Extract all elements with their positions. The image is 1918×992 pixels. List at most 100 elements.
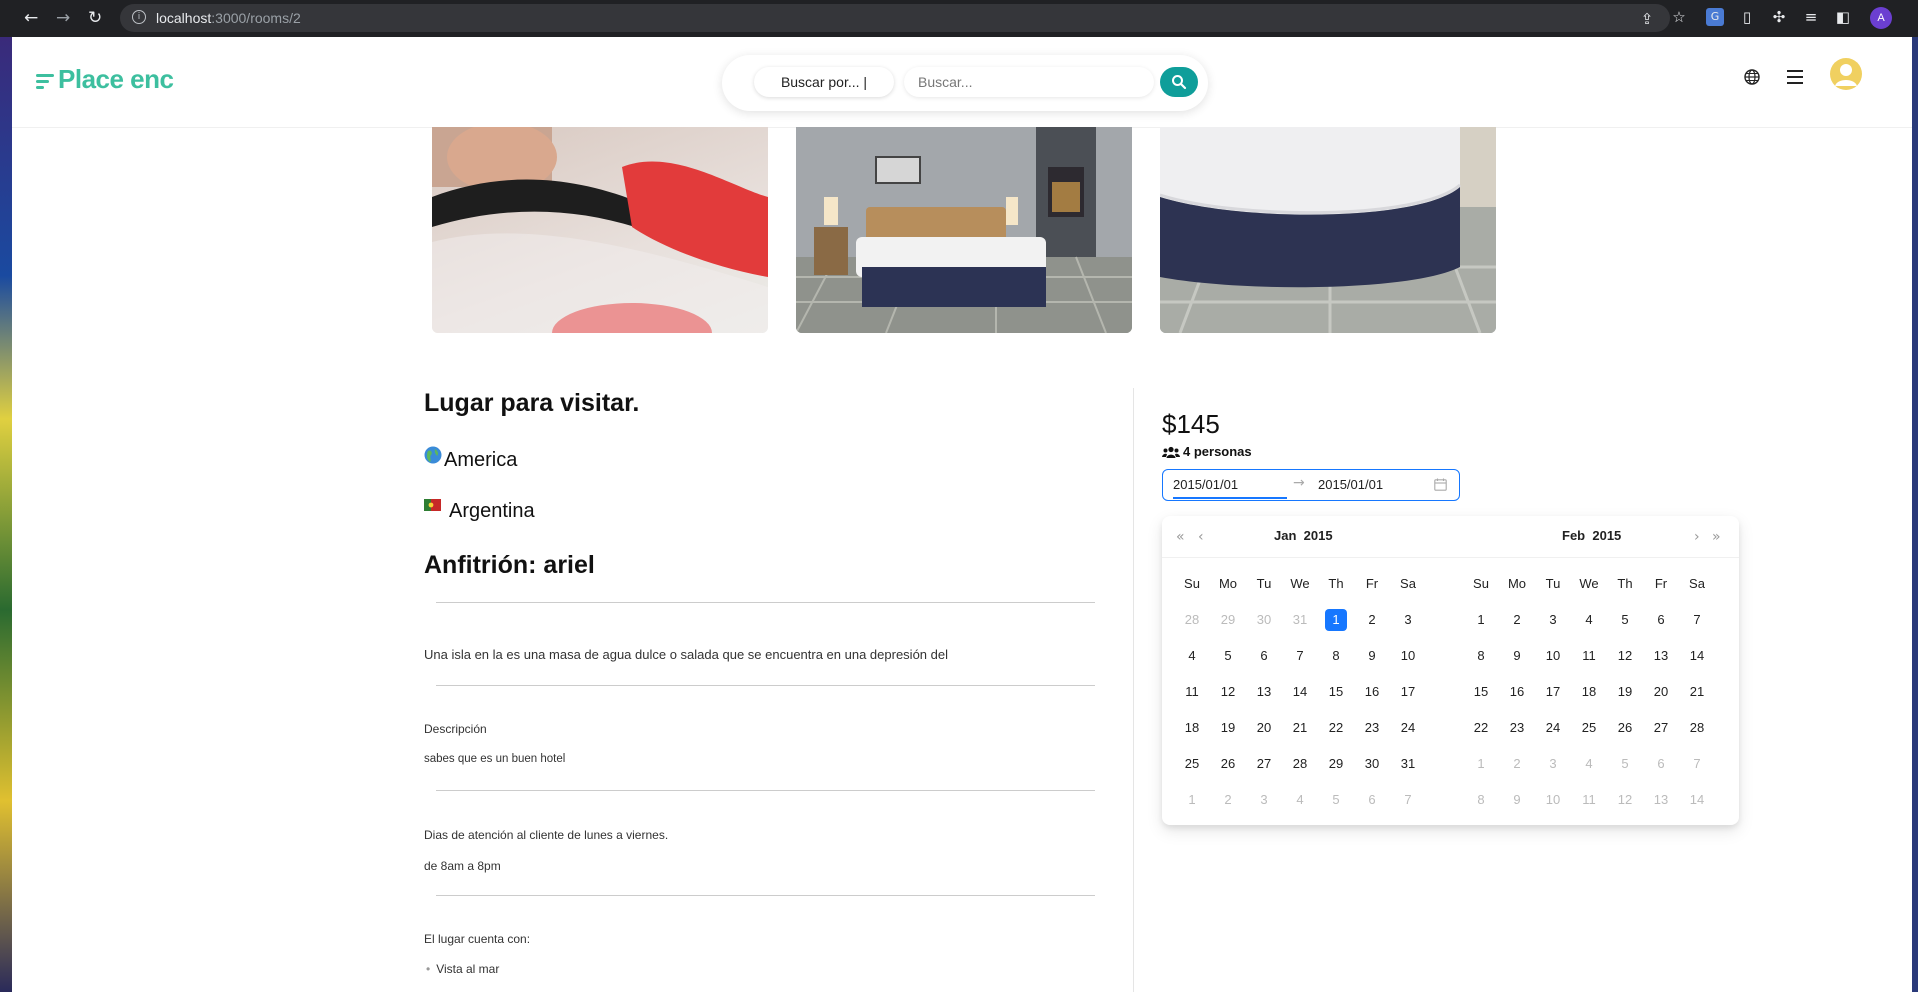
calendar-day[interactable]: 31 — [1390, 746, 1426, 782]
calendar-day-outside[interactable]: 6 — [1643, 746, 1679, 782]
calendar-day[interactable]: 7 — [1679, 602, 1715, 638]
search-input[interactable] — [904, 67, 1154, 97]
calendar-day-outside[interactable]: 4 — [1282, 782, 1318, 818]
calendar-day-outside[interactable]: 7 — [1679, 746, 1715, 782]
calendar-day-outside[interactable]: 13 — [1643, 782, 1679, 818]
calendar-day[interactable]: 5 — [1210, 638, 1246, 674]
calendar-day-outside[interactable]: 2 — [1210, 782, 1246, 818]
calendar-day[interactable]: 14 — [1679, 638, 1715, 674]
calendar-day[interactable]: 26 — [1607, 710, 1643, 746]
calendar-day[interactable]: 2 — [1354, 602, 1390, 638]
calendar-day-outside[interactable]: 29 — [1210, 602, 1246, 638]
year-name[interactable]: 2015 — [1592, 528, 1621, 543]
reload-icon[interactable]: ↻ — [88, 9, 102, 27]
search-by-dropdown[interactable]: Buscar por... | — [754, 67, 894, 97]
calendar-day[interactable]: 28 — [1679, 710, 1715, 746]
user-avatar[interactable] — [1830, 58, 1862, 90]
calendar-day-outside[interactable]: 7 — [1390, 782, 1426, 818]
calendar-day[interactable]: 18 — [1571, 674, 1607, 710]
calendar-day[interactable]: 24 — [1535, 710, 1571, 746]
calendar-day-outside[interactable]: 28 — [1174, 602, 1210, 638]
calendar-day[interactable]: 12 — [1210, 674, 1246, 710]
calendar-day[interactable]: 6 — [1246, 638, 1282, 674]
calendar-day[interactable]: 14 — [1282, 674, 1318, 710]
calendar-day[interactable]: 11 — [1174, 674, 1210, 710]
calendar-day[interactable]: 9 — [1354, 638, 1390, 674]
calendar-day-outside[interactable]: 4 — [1571, 746, 1607, 782]
calendar-day[interactable]: 13 — [1643, 638, 1679, 674]
calendar-day[interactable]: 30 — [1354, 746, 1390, 782]
calendar-day[interactable]: 1 — [1463, 602, 1499, 638]
calendar-day[interactable]: 25 — [1174, 746, 1210, 782]
calendar-day[interactable]: 19 — [1210, 710, 1246, 746]
calendar-day[interactable]: 10 — [1390, 638, 1426, 674]
calendar-day-outside[interactable]: 30 — [1246, 602, 1282, 638]
calendar-day-outside[interactable]: 3 — [1246, 782, 1282, 818]
calendar-day[interactable]: 8 — [1318, 638, 1354, 674]
calendar-day[interactable]: 20 — [1643, 674, 1679, 710]
share-icon[interactable]: ⇪ — [1638, 10, 1656, 28]
logo[interactable]: Place enc — [36, 64, 174, 95]
next-month-icon[interactable]: › — [1694, 529, 1700, 545]
calendar-day[interactable]: 2 — [1499, 602, 1535, 638]
calendar-icon[interactable] — [1434, 478, 1447, 491]
next-year-icon[interactable]: » — [1712, 529, 1721, 545]
search-button[interactable] — [1160, 67, 1198, 97]
calendar-day-outside[interactable]: 31 — [1282, 602, 1318, 638]
calendar-day[interactable]: 18 — [1174, 710, 1210, 746]
start-date-input[interactable]: 2015/01/01 — [1173, 477, 1238, 492]
calendar-day-outside[interactable]: 12 — [1607, 782, 1643, 818]
calendar-day-outside[interactable]: 8 — [1463, 782, 1499, 818]
back-icon[interactable]: ← — [24, 9, 38, 27]
calendar-day[interactable]: 9 — [1499, 638, 1535, 674]
calendar-day[interactable]: 23 — [1354, 710, 1390, 746]
calendar-day[interactable]: 20 — [1246, 710, 1282, 746]
calendar-day[interactable]: 7 — [1282, 638, 1318, 674]
menu-icon[interactable] — [1787, 70, 1803, 88]
calendar-day[interactable]: 17 — [1535, 674, 1571, 710]
calendar-day[interactable]: 12 — [1607, 638, 1643, 674]
end-date-input[interactable]: 2015/01/01 — [1318, 477, 1383, 492]
calendar-day-outside[interactable]: 3 — [1535, 746, 1571, 782]
reading-list-icon[interactable]: ≡ — [1802, 8, 1820, 26]
calendar-day-outside[interactable]: 6 — [1354, 782, 1390, 818]
profile-avatar[interactable]: A — [1870, 7, 1892, 29]
calendar-day[interactable]: 29 — [1318, 746, 1354, 782]
date-range-picker[interactable]: 2015/01/01 → 2015/01/01 — [1162, 469, 1460, 501]
address-bar[interactable]: i localhost:3000/rooms/2 ⇪ — [120, 4, 1670, 32]
calendar-day[interactable]: 10 — [1535, 638, 1571, 674]
extensions-puzzle-icon[interactable]: ✣ — [1770, 8, 1788, 26]
calendar-day[interactable]: 1 — [1318, 602, 1354, 638]
calendar-day[interactable]: 28 — [1282, 746, 1318, 782]
calendar-day-outside[interactable]: 11 — [1571, 782, 1607, 818]
calendar-day-outside[interactable]: 1 — [1174, 782, 1210, 818]
calendar-day[interactable]: 21 — [1282, 710, 1318, 746]
year-name[interactable]: 2015 — [1304, 528, 1333, 543]
calendar-day[interactable]: 4 — [1571, 602, 1607, 638]
calendar-day[interactable]: 5 — [1607, 602, 1643, 638]
calendar-day[interactable]: 3 — [1390, 602, 1426, 638]
calendar-day[interactable]: 11 — [1571, 638, 1607, 674]
calendar-day[interactable]: 24 — [1390, 710, 1426, 746]
translate-extension-icon[interactable]: G — [1706, 8, 1724, 26]
calendar-day[interactable]: 16 — [1354, 674, 1390, 710]
room-photo-1[interactable] — [432, 127, 768, 333]
calendar-day[interactable]: 17 — [1390, 674, 1426, 710]
calendar-day[interactable]: 19 — [1607, 674, 1643, 710]
calendar-day[interactable]: 15 — [1318, 674, 1354, 710]
calendar-day[interactable]: 21 — [1679, 674, 1715, 710]
calendar-day-outside[interactable]: 5 — [1318, 782, 1354, 818]
calendar-day-outside[interactable]: 10 — [1535, 782, 1571, 818]
forward-icon[interactable]: → — [56, 9, 70, 27]
calendar-day[interactable]: 26 — [1210, 746, 1246, 782]
month-name[interactable]: Jan — [1274, 528, 1296, 543]
calendar-day-outside[interactable]: 9 — [1499, 782, 1535, 818]
calendar-day-outside[interactable]: 1 — [1463, 746, 1499, 782]
calendar-day[interactable]: 16 — [1499, 674, 1535, 710]
document-extension-icon[interactable]: ▯ — [1738, 8, 1756, 26]
calendar-day[interactable]: 4 — [1174, 638, 1210, 674]
calendar-day[interactable]: 27 — [1643, 710, 1679, 746]
calendar-day-outside[interactable]: 14 — [1679, 782, 1715, 818]
calendar-day[interactable]: 3 — [1535, 602, 1571, 638]
calendar-day-outside[interactable]: 2 — [1499, 746, 1535, 782]
